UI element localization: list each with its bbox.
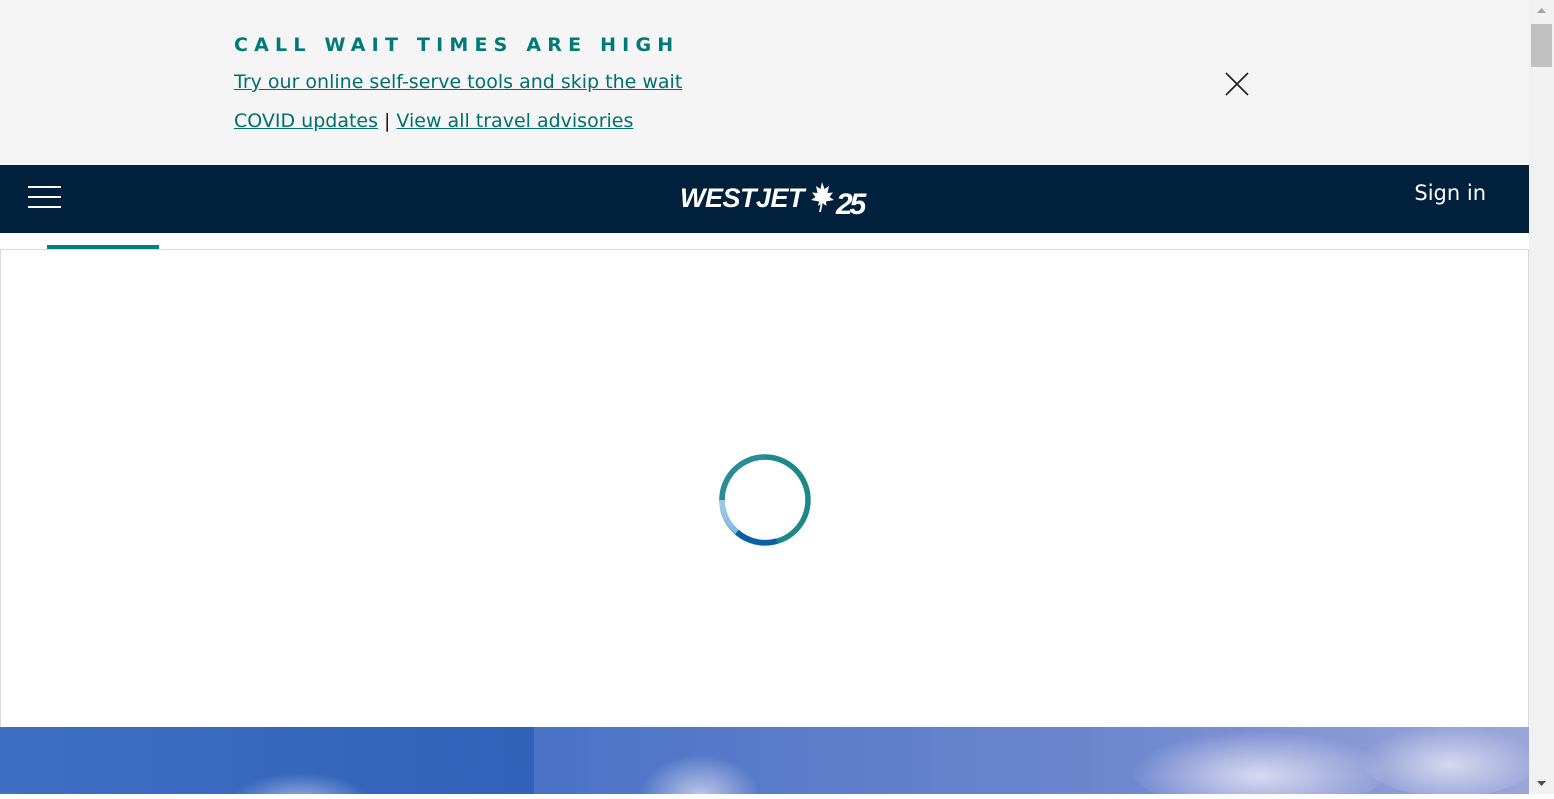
alert-line-advisories: COVID updates | View all travel advisories bbox=[234, 110, 633, 132]
hamburger-menu-icon bbox=[28, 186, 61, 188]
loading-spinner bbox=[717, 452, 813, 548]
logo-anniversary-number: 25 bbox=[835, 188, 868, 220]
maple-leaf-icon bbox=[811, 182, 834, 213]
scroll-thumb[interactable] bbox=[1531, 24, 1552, 67]
close-icon bbox=[1225, 72, 1249, 96]
travel-advisories-link[interactable]: View all travel advisories bbox=[396, 110, 633, 132]
self-serve-tools-link[interactable]: Try our online self-serve tools and skip… bbox=[234, 71, 682, 93]
covid-updates-link[interactable]: COVID updates bbox=[234, 110, 378, 132]
hamburger-menu-icon bbox=[28, 196, 61, 198]
alert-heading: CALL WAIT TIMES ARE HIGH bbox=[234, 34, 680, 56]
close-alert-button[interactable] bbox=[1222, 69, 1252, 99]
scroll-up-button[interactable] bbox=[1529, 0, 1554, 20]
alert-line-self-serve: Try our online self-serve tools and skip… bbox=[234, 71, 682, 93]
loading-spinner-icon bbox=[719, 454, 811, 546]
logo-wordmark: WESTJET bbox=[680, 183, 807, 213]
scroll-up-arrow-icon bbox=[1537, 8, 1546, 13]
alert-banner: CALL WAIT TIMES ARE HIGH Try our online … bbox=[0, 0, 1529, 165]
link-separator: | bbox=[384, 110, 391, 132]
hero-sky-image bbox=[0, 727, 1529, 794]
scroll-down-arrow-icon bbox=[1537, 781, 1546, 786]
hamburger-menu-icon bbox=[28, 206, 61, 208]
page-scrollbar[interactable] bbox=[1529, 0, 1554, 794]
menu-button[interactable] bbox=[28, 186, 61, 208]
active-tab-indicator bbox=[47, 245, 159, 249]
sign-in-button[interactable]: Sign in bbox=[1414, 181, 1486, 205]
scroll-down-button[interactable] bbox=[1529, 774, 1554, 794]
westjet-logo[interactable]: WESTJET 25 bbox=[678, 176, 874, 221]
